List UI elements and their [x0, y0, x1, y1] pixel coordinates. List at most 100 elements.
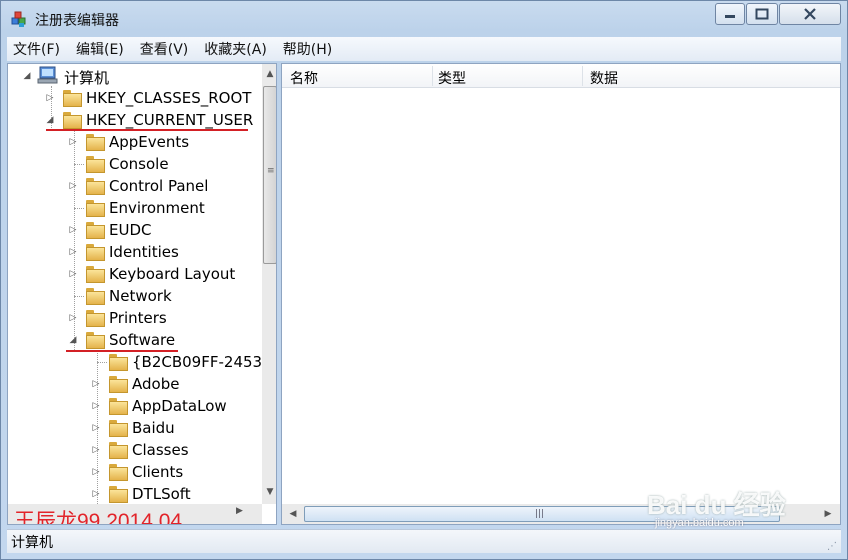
tree-node-network[interactable]: Network [8, 285, 258, 307]
expand-icon[interactable]: ▷ [68, 247, 78, 257]
folder-icon [86, 266, 105, 283]
column-divider[interactable] [432, 66, 433, 86]
folder-icon [109, 442, 128, 459]
list-header: 名称 类型 数据 [282, 64, 840, 88]
column-type[interactable]: 类型 [438, 68, 466, 88]
folder-icon [109, 464, 128, 481]
collapse-icon[interactable]: ◢ [68, 335, 78, 345]
menu-edit[interactable]: 编辑(E) [76, 39, 124, 59]
minimize-button[interactable] [715, 3, 745, 25]
tree-node-label: AppDataLow [132, 397, 227, 415]
menu-view[interactable]: 查看(V) [140, 39, 189, 59]
folder-icon [86, 156, 105, 173]
menu-bar: 文件(F) 编辑(E) 查看(V) 收藏夹(A) 帮助(H) [7, 37, 841, 61]
folder-icon [86, 332, 105, 349]
expand-icon[interactable]: ▷ [91, 379, 101, 389]
tree-node-dtlsoft[interactable]: ▷ DTLSoft [8, 483, 258, 505]
tree-node-appdatalow[interactable]: ▷ AppDataLow [8, 395, 258, 417]
expand-icon[interactable]: ▷ [45, 93, 55, 103]
values-list[interactable]: 名称 类型 数据 ◀ ||| ▶ [281, 63, 841, 525]
tree-node-printers[interactable]: ▷ Printers [8, 307, 258, 329]
tree-node-label: Baidu [132, 419, 175, 437]
menu-help[interactable]: 帮助(H) [283, 39, 332, 59]
tree-node-label: Console [109, 155, 169, 173]
tree-node-environment[interactable]: Environment [8, 197, 258, 219]
tree-node-label: Network [109, 287, 172, 305]
tree-node-label: Adobe [132, 375, 180, 393]
expand-icon[interactable]: ▷ [68, 137, 78, 147]
minimize-icon [725, 15, 735, 18]
folder-icon [109, 376, 128, 393]
baidu-site: jingyan.baidu.com [655, 517, 744, 529]
tree-node-appevents[interactable]: ▷ AppEvents [8, 131, 258, 153]
scroll-up-icon[interactable]: ▲ [262, 66, 276, 82]
grip-icon: ||| [535, 509, 545, 519]
tree-node-label: Clients [132, 463, 184, 481]
tree-node-label: Keyboard Layout [109, 265, 236, 283]
tree-horizontal-scrollbar[interactable]: 王辰龙99 2014.04 ▶ [8, 504, 262, 524]
tree-scroll-thumb[interactable]: ≡ [263, 86, 276, 264]
expand-icon[interactable]: ▷ [68, 181, 78, 191]
folder-icon [86, 244, 105, 261]
column-divider[interactable] [582, 66, 583, 86]
tree-root-label: 计算机 [64, 69, 110, 87]
tree-node-label: Printers [109, 309, 167, 327]
folder-icon [109, 420, 128, 437]
expand-icon[interactable]: ▷ [91, 423, 101, 433]
folder-icon [86, 134, 105, 151]
folder-icon [86, 200, 105, 217]
tree-node-classes[interactable]: ▷ Classes [8, 439, 258, 461]
scroll-left-icon[interactable]: ◀ [285, 506, 301, 522]
tree-node-label: Classes [132, 441, 189, 459]
maximize-icon [755, 8, 769, 20]
collapse-icon[interactable]: ◢ [45, 115, 55, 125]
menu-favorites[interactable]: 收藏夹(A) [204, 39, 267, 59]
expand-icon[interactable]: ▷ [91, 401, 101, 411]
expand-icon[interactable]: ▷ [91, 445, 101, 455]
tree-node-hkcu[interactable]: ◢ HKEY_CURRENT_USER [8, 109, 258, 131]
column-data[interactable]: 数据 [590, 68, 618, 88]
tree-node-hkcr[interactable]: ▷ HKEY_CLASSES_ROOT [8, 87, 258, 109]
tree-node-label: HKEY_CURRENT_USER [86, 111, 254, 129]
tree-node-guid[interactable]: {B2CB09FF-2453- [8, 351, 267, 373]
resize-grip-icon[interactable]: ⋰ [827, 542, 837, 552]
registry-editor-window: 注册表编辑器 文件(F) 编辑(E) 查看(V) 收藏夹(A) 帮助(H) ◢ [0, 0, 848, 560]
tree-vertical-scrollbar[interactable]: ▲ ≡ ▼ [262, 64, 276, 504]
expand-icon[interactable]: ▷ [68, 225, 78, 235]
tree-node-control-panel[interactable]: ▷ Control Panel [8, 175, 258, 197]
maximize-button[interactable] [746, 3, 778, 25]
title-bar[interactable]: 注册表编辑器 [1, 1, 847, 35]
folder-icon [86, 288, 105, 305]
expand-icon[interactable]: ▷ [91, 467, 101, 477]
tree-node-label: Identities [109, 243, 179, 261]
registry-tree[interactable]: ◢ 计算机 ▷ HKEY_CLASSES_ROOT ◢ HKEY_CURRENT… [7, 63, 277, 525]
scroll-down-icon[interactable]: ▼ [262, 484, 276, 500]
baidu-watermark: Bai du 经验 jingyan.baidu.com [647, 485, 786, 529]
tree-node-identities[interactable]: ▷ Identities [8, 241, 258, 263]
status-path: 计算机 [11, 534, 53, 551]
expand-icon[interactable]: ▷ [68, 269, 78, 279]
tree-node-eudc[interactable]: ▷ EUDC [8, 219, 258, 241]
computer-icon [37, 66, 58, 84]
tree-node-adobe[interactable]: ▷ Adobe [8, 373, 258, 395]
scroll-right-icon[interactable]: ▶ [820, 506, 836, 522]
regedit-app-icon[interactable] [10, 10, 28, 28]
tree-connector [74, 164, 84, 165]
tree-node-console[interactable]: Console [8, 153, 258, 175]
scroll-right-icon[interactable]: ▶ [236, 506, 243, 516]
baidu-logo: Bai du 经验 [647, 490, 786, 520]
tree-node-baidu[interactable]: ▷ Baidu [8, 417, 258, 439]
column-name[interactable]: 名称 [290, 68, 318, 88]
tree-node-keyboard-layout[interactable]: ▷ Keyboard Layout [8, 263, 258, 285]
tree-node-clients[interactable]: ▷ Clients [8, 461, 258, 483]
tree-node-computer[interactable]: ◢ 计算机 [8, 65, 258, 87]
close-icon [804, 8, 816, 20]
tree-node-software[interactable]: ◢ Software [8, 329, 258, 351]
tree-node-label: AppEvents [109, 133, 190, 151]
menu-file[interactable]: 文件(F) [13, 39, 60, 59]
expand-icon[interactable]: ▷ [91, 489, 101, 499]
tree-connector [74, 208, 84, 209]
collapse-icon[interactable]: ◢ [22, 71, 32, 81]
close-button[interactable] [779, 3, 841, 25]
expand-icon[interactable]: ▷ [68, 313, 78, 323]
